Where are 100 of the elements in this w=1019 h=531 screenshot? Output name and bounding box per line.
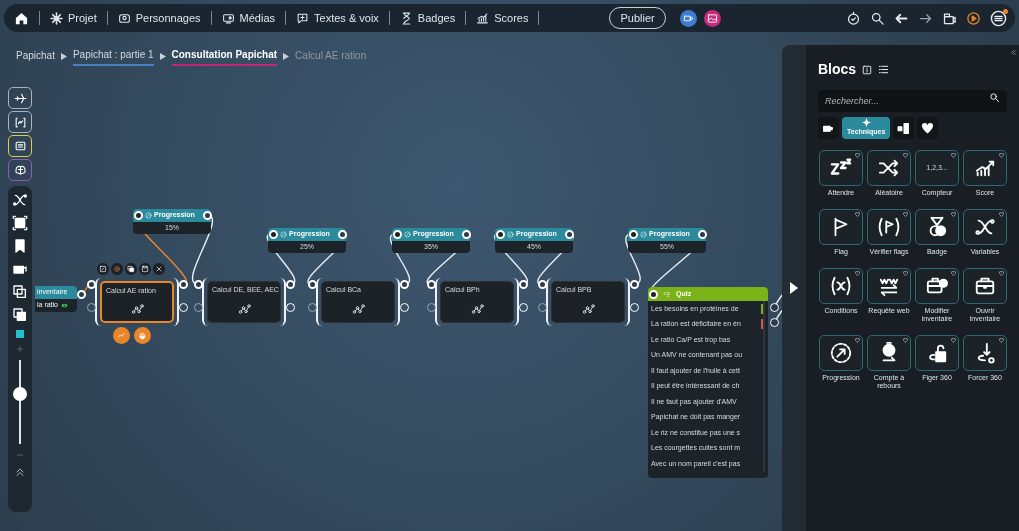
breadcrumb-link[interactable]: Papichat bbox=[16, 47, 55, 65]
brain-tool[interactable] bbox=[8, 159, 32, 181]
port-icon[interactable] bbox=[337, 229, 347, 239]
port-icon[interactable] bbox=[268, 229, 278, 239]
image-button[interactable] bbox=[703, 9, 721, 27]
message-tool[interactable] bbox=[8, 135, 32, 157]
copy-icon[interactable] bbox=[12, 307, 28, 323]
nav-tab[interactable]: Personnages bbox=[117, 9, 201, 27]
list-view-icon[interactable] bbox=[878, 64, 890, 75]
plane-tool[interactable] bbox=[8, 87, 32, 109]
favorite-icon[interactable] bbox=[999, 271, 1004, 276]
gauge-icon bbox=[280, 231, 287, 238]
block-tile[interactable] bbox=[963, 150, 1007, 186]
favorite-icon[interactable] bbox=[999, 338, 1004, 343]
brackets-icon bbox=[13, 115, 27, 129]
variable-tool[interactable] bbox=[8, 111, 32, 133]
double-chevron-icon[interactable] bbox=[14, 466, 26, 478]
favorite-icon[interactable] bbox=[903, 153, 908, 158]
graph-button[interactable] bbox=[113, 327, 130, 344]
nav-tab[interactable]: Textes & voix bbox=[296, 9, 379, 27]
slider-thumb[interactable] bbox=[13, 386, 27, 401]
favorite-icon[interactable] bbox=[951, 271, 956, 276]
menu-icon[interactable] bbox=[990, 9, 1007, 27]
collapse-icon[interactable] bbox=[1010, 49, 1017, 56]
breadcrumb-link[interactable]: Consultation Papichat bbox=[171, 46, 278, 66]
block-tile[interactable] bbox=[867, 335, 911, 371]
block-tile[interactable] bbox=[915, 335, 959, 371]
block-tile[interactable] bbox=[963, 209, 1007, 245]
block-tile[interactable] bbox=[867, 150, 911, 186]
port-icon[interactable] bbox=[628, 229, 638, 239]
block-tile[interactable] bbox=[963, 335, 1007, 371]
clapperboard-icon[interactable] bbox=[942, 10, 957, 26]
frame-icon[interactable] bbox=[12, 215, 28, 231]
nodes-icon bbox=[236, 302, 252, 315]
edit-icon bbox=[99, 265, 107, 273]
port-icon[interactable] bbox=[392, 229, 402, 239]
port-icon[interactable] bbox=[307, 279, 317, 289]
favorite-icon[interactable] bbox=[855, 212, 860, 217]
timer-check-icon[interactable] bbox=[846, 10, 861, 26]
port-icon[interactable] bbox=[564, 229, 574, 239]
nav-tab[interactable]: Badges bbox=[399, 9, 456, 27]
duplicate-button[interactable] bbox=[125, 263, 137, 275]
favorite-icon[interactable] bbox=[999, 153, 1004, 158]
favorite-icon[interactable] bbox=[951, 212, 956, 217]
play-icon[interactable] bbox=[966, 10, 981, 26]
connection-wire bbox=[625, 233, 641, 285]
favorite-icon[interactable] bbox=[855, 271, 860, 276]
favorite-icon[interactable] bbox=[903, 212, 908, 217]
quiz-node[interactable] bbox=[648, 287, 768, 478]
close-button[interactable] bbox=[153, 263, 165, 275]
shuffle-icon bbox=[878, 157, 900, 179]
port-icon[interactable] bbox=[399, 279, 409, 289]
variable-icon[interactable] bbox=[12, 192, 28, 208]
chart-icon bbox=[476, 11, 490, 25]
category-tab[interactable] bbox=[893, 117, 915, 139]
port-icon[interactable] bbox=[202, 210, 212, 220]
save-button[interactable] bbox=[139, 263, 151, 275]
bookmark-icon[interactable] bbox=[12, 238, 28, 254]
block-tile[interactable] bbox=[963, 268, 1007, 304]
breadcrumb-link[interactable]: Papichat : partie 1 bbox=[72, 46, 154, 66]
port-icon[interactable] bbox=[461, 229, 471, 239]
port-icon[interactable] bbox=[495, 229, 505, 239]
layers-icon[interactable] bbox=[12, 284, 28, 300]
nav-tab[interactable]: Projet bbox=[50, 9, 97, 27]
block-tile[interactable] bbox=[819, 268, 863, 304]
block-tile[interactable] bbox=[867, 268, 911, 304]
favorite-icon[interactable] bbox=[855, 338, 860, 343]
port-icon[interactable] bbox=[133, 210, 143, 220]
category-tab[interactable] bbox=[818, 117, 839, 139]
nav-tab[interactable]: Médias bbox=[221, 9, 276, 27]
favorite-icon[interactable] bbox=[903, 271, 908, 276]
block-tile[interactable] bbox=[819, 209, 863, 245]
favorite-icon[interactable] bbox=[903, 338, 908, 343]
block-tile[interactable] bbox=[915, 209, 959, 245]
favorite-icon[interactable] bbox=[855, 153, 860, 158]
port-icon[interactable] bbox=[426, 279, 436, 289]
zoom-slider[interactable] bbox=[13, 360, 27, 444]
block-tile[interactable] bbox=[819, 150, 863, 186]
info-icon[interactable] bbox=[862, 64, 873, 75]
search-icon[interactable] bbox=[870, 10, 885, 26]
hand-button[interactable] bbox=[134, 327, 151, 344]
block-tile[interactable] bbox=[867, 209, 911, 245]
panel-toggle-strip[interactable] bbox=[782, 45, 806, 531]
search-field[interactable]: Rechercher... bbox=[818, 90, 1007, 112]
home-icon[interactable] bbox=[14, 10, 29, 26]
block-tile[interactable] bbox=[819, 335, 863, 371]
favorite-icon[interactable] bbox=[951, 338, 956, 343]
chevron-icon bbox=[159, 52, 166, 60]
block-tile[interactable] bbox=[915, 268, 959, 304]
media-button[interactable] bbox=[679, 9, 697, 27]
port-icon[interactable] bbox=[285, 279, 295, 289]
category-tab[interactable] bbox=[917, 117, 939, 139]
edit-button[interactable] bbox=[97, 263, 109, 275]
portrait-icon bbox=[117, 11, 131, 25]
favorite-icon[interactable] bbox=[951, 153, 956, 158]
brain-icon bbox=[13, 163, 27, 177]
favorite-icon[interactable] bbox=[999, 212, 1004, 217]
nav-tab[interactable]: Scores bbox=[476, 9, 529, 27]
port-icon[interactable] bbox=[697, 229, 707, 239]
close-icon bbox=[155, 265, 163, 273]
